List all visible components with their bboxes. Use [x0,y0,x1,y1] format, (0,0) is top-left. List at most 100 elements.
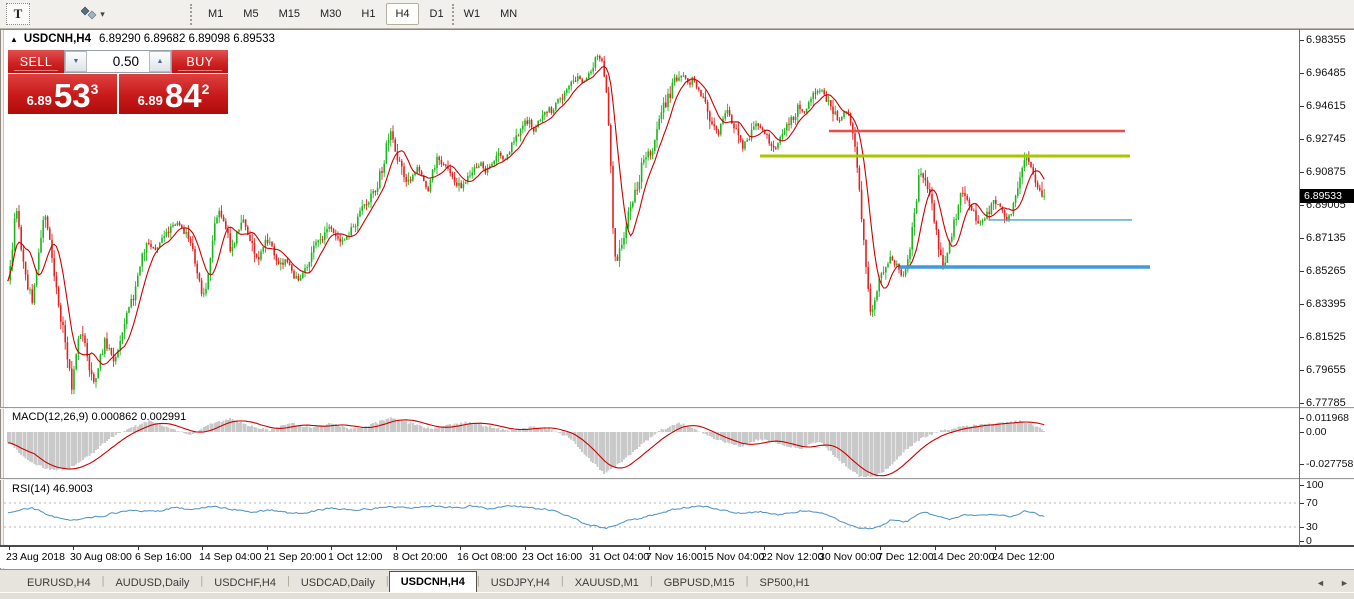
sell-price-prefix: 6.89 [26,93,52,108]
volume-decrease-button[interactable]: ▼ [65,51,87,72]
time-axis-label: 14 Dec 20:00 [932,551,995,563]
time-axis-label: 23 Oct 16:00 [522,551,583,563]
volume-increase-button[interactable]: ▲ [149,51,171,72]
time-axis-label: 22 Nov 12:00 [761,551,824,563]
time-axis-tick-mark [880,546,881,550]
timeframe-group: M1 M5 M15 M30 H1 H4 D1 W1 MN [198,3,527,25]
price-axis-tick-mark [1300,73,1304,74]
chart-tab-USDCHF-H4[interactable]: USDCHF,H4 [203,573,287,592]
chart-tab-USDCAD-Daily[interactable]: USDCAD,Daily [290,573,386,592]
price-axis-tick: 6.90875 [1306,166,1346,178]
buy-price-big: 84 [164,77,202,114]
price-axis-tick-mark [1300,40,1304,41]
volume-input[interactable]: 0.50 [87,51,149,72]
chart-tab-XAUUSD-M1[interactable]: XAUUSD,M1 [564,573,650,592]
buy-price-prefix: 6.89 [137,93,163,108]
time-axis-label: 7 Dec 12:00 [877,551,934,563]
status-strip [0,592,1354,599]
sell-price-big: 53 [53,77,91,114]
rsi-axis-tick-mark [1300,485,1304,486]
price-axis-tick: 6.92745 [1306,133,1346,145]
macd-axis-tick-mark [1300,432,1304,433]
rsi-indicator-canvas[interactable] [4,480,1299,545]
time-axis-tick-mark [705,546,706,550]
toolbar-grip[interactable] [452,4,455,25]
time-axis-tick-mark [995,546,996,550]
rsi-label: RSI(14) 46.9003 [12,483,93,495]
macd-label: MACD(12,26,9) 0.000862 0.002991 [12,411,187,423]
time-axis-tick-mark [460,546,461,550]
time-axis-tick-mark [935,546,936,550]
buy-button[interactable]: BUY [172,50,228,73]
price-axis-tick: 6.83395 [1306,298,1346,310]
price-axis-tick-mark [1300,106,1304,107]
chart-tab-USDJPY-H4[interactable]: USDJPY,H4 [480,573,561,592]
time-axis-tick-mark [138,546,139,550]
timeframe-D1[interactable]: D1 [421,3,453,25]
rsi-axis-tick: 0 [1306,535,1312,547]
text-label-tool-button[interactable]: T [6,3,30,25]
time-axis-tick-mark [331,546,332,550]
time-axis-label: 21 Sep 20:00 [264,551,327,563]
time-axis-label: 14 Sep 04:00 [199,551,262,563]
price-axis-tick-mark [1300,337,1304,338]
timeframe-W1[interactable]: W1 [455,3,490,25]
timeframe-M30[interactable]: M30 [311,3,350,25]
price-axis-tick-mark [1300,172,1304,173]
buy-price-button[interactable]: 6.89 84 2 [119,74,228,114]
rsi-axis-tick: 30 [1306,521,1318,533]
chart-tab-AUDUSD-Daily[interactable]: AUDUSD,Daily [104,573,200,592]
price-axis-tick-mark [1300,370,1304,371]
buy-price-sup: 2 [201,81,210,97]
chart-tab-EURUSD-H4[interactable]: EURUSD,H4 [16,573,102,592]
mt4-terminal-window: T ▾ M1 M5 M15 M30 H1 H4 D1 W1 MN ▲ USDCNH,H4 6.8… [0,0,1354,599]
time-axis-tick-mark [764,546,765,550]
sell-price-button[interactable]: 6.89 53 3 [8,74,117,114]
chart-tab-bar: EURUSD,H4 | AUDUSD,Daily | USDCHF,H4 | USDCAD,… [0,569,1354,592]
macd-indicator-canvas[interactable] [4,409,1299,478]
macd-axis-tick: 0.011968 [1306,412,1350,424]
chart-tab-SP500-H1[interactable]: SP500,H1 [749,573,821,592]
time-axis-tick-mark [202,546,203,550]
price-axis-tick-mark [1300,139,1304,140]
rsi-axis-tick-mark [1300,503,1304,504]
timeframe-H1[interactable]: H1 [352,3,384,25]
chart-tab-GBPUSD-M15[interactable]: GBPUSD,M15 [653,573,746,592]
tab-scroll-left-button[interactable]: ◄ [1316,578,1325,588]
tab-scroll-right-button[interactable]: ► [1340,578,1349,588]
drawing-tools-button[interactable]: ▾ [74,3,112,25]
time-axis-label: 23 Aug 2018 [6,551,65,563]
macd-axis-tick: 0.00 [1306,426,1327,438]
macd-axis-tick-mark [1300,418,1304,419]
chevron-down-icon: ▾ [100,8,105,19]
top-toolbar: T ▾ M1 M5 M15 M30 H1 H4 D1 W1 MN [0,0,1354,29]
time-axis-label: 15 Nov 04:00 [702,551,765,563]
time-axis-tick-mark [592,546,593,550]
drawing-tools-icon [80,6,97,23]
price-axis-tick: 6.77785 [1306,397,1346,409]
chart-title: ▲ USDCNH,H4 6.89290 6.89682 6.89098 6.89… [10,33,275,45]
time-axis-label: 1 Oct 12:00 [328,551,383,563]
price-axis-tick: 6.96485 [1306,67,1346,79]
price-axis-tick: 6.89005 [1306,199,1346,211]
panel-collapse-icon[interactable]: ▲ [10,35,18,44]
time-axis-tick-mark [73,546,74,550]
price-axis-tick: 6.94615 [1306,100,1346,112]
chart-tab-USDCNH-H4[interactable]: USDCNH,H4 [388,571,477,592]
timeframe-H4[interactable]: H4 [386,3,419,25]
price-axis-tick: 6.87135 [1306,232,1346,244]
one-click-trade-panel: SELL ▼ 0.50 ▲ BUY 6.89 53 3 6.89 84 2 [8,50,228,114]
timeframe-M1[interactable]: M1 [199,3,232,25]
volume-stepper: ▼ 0.50 ▲ [64,50,172,73]
time-axis-tick-mark [525,546,526,550]
timeframe-M5[interactable]: M5 [234,3,267,25]
price-axis-tick-mark [1300,304,1304,305]
price-axis-tick: 6.81525 [1306,331,1346,343]
timeframe-M15[interactable]: M15 [270,3,309,25]
time-axis-label: 6 Sep 16:00 [135,551,192,563]
price-axis-tick-mark [1300,205,1304,206]
timeframe-MN[interactable]: MN [491,3,526,25]
sell-button[interactable]: SELL [8,50,64,73]
price-axis-border [1299,29,1300,568]
toolbar-grip[interactable] [190,4,193,25]
